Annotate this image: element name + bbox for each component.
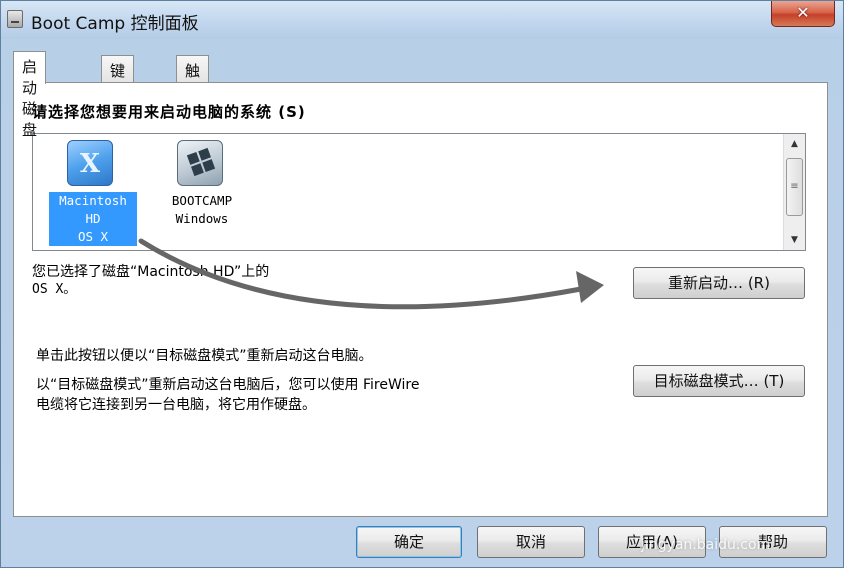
startup-heading: 请选择您想要用来启动电脑的系统 (S) [32, 103, 306, 121]
osx-disk-icon: X [67, 140, 113, 186]
window-title: Boot Camp 控制面板 [31, 14, 199, 34]
ok-button[interactable]: 确定 [356, 526, 462, 558]
target-disk-mode-button[interactable]: 目标磁盘模式… (T) [633, 365, 805, 397]
scroll-down-arrow-icon[interactable]: ▼ [784, 230, 805, 250]
target-mode-description: 单击此按钮以便以“目标磁盘模式”重新启动这台电脑。 [36, 348, 373, 364]
windows-disk-icon [177, 140, 223, 186]
restart-button[interactable]: 重新启动… (R) [633, 267, 805, 299]
target-mode-details-line1: 以“目标磁盘模式”重新启动这台电脑后，您可以使用 FireWire [36, 377, 420, 393]
target-mode-details: 以“目标磁盘模式”重新启动这台电脑后，您可以使用 FireWire 电缆将它连接… [36, 375, 419, 415]
scroll-thumb[interactable]: ≡ [786, 158, 803, 216]
close-button[interactable]: ✕ [771, 1, 835, 27]
disk-item-bootcamp[interactable]: BOOTCAMP Windows [157, 138, 247, 248]
tab-startup-disk[interactable]: 启动磁盘 [13, 51, 47, 139]
selected-disk-line1: 您已选择了磁盘“Macintosh HD”上的 [32, 264, 270, 280]
title-bar: Boot Camp 控制面板 ✕ [1, 1, 843, 39]
selected-disk-line2: OS X。 [32, 282, 77, 297]
tab-trackpad[interactable]: 触控板 [176, 55, 210, 122]
tab-keyboard[interactable]: 键盘 [101, 55, 135, 101]
startup-disk-panel: 请选择您想要用来启动电脑的系统 (S) X Macintosh HD OS X … [13, 82, 828, 517]
disk-item-macintosh-hd[interactable]: X Macintosh HD OS X [47, 138, 137, 248]
disk-app-icon [7, 10, 23, 28]
section-divider [32, 323, 806, 324]
disk-list-scrollbar[interactable]: ▲ ≡ ▼ [783, 134, 805, 250]
cancel-button[interactable]: 取消 [477, 526, 585, 558]
scroll-up-arrow-icon[interactable]: ▲ [784, 134, 805, 154]
disk-list[interactable]: X Macintosh HD OS X BOOTCAMP Windows ▲ ≡… [32, 133, 806, 251]
watermark-text: jingyan.baidu.com [641, 537, 771, 553]
disk-label-bootcamp: BOOTCAMP Windows [171, 193, 233, 226]
selected-disk-text: 您已选择了磁盘“Macintosh HD”上的 OS X。 [32, 263, 269, 299]
target-mode-details-line2: 电缆将它连接到另一台电脑，将它用作硬盘。 [36, 397, 316, 413]
bootcamp-window: Boot Camp 控制面板 ✕ 启动磁盘 键盘 触控板 请选择您想要用来启动电… [0, 0, 844, 568]
disk-label-macintosh-hd: Macintosh HD OS X [49, 192, 137, 246]
